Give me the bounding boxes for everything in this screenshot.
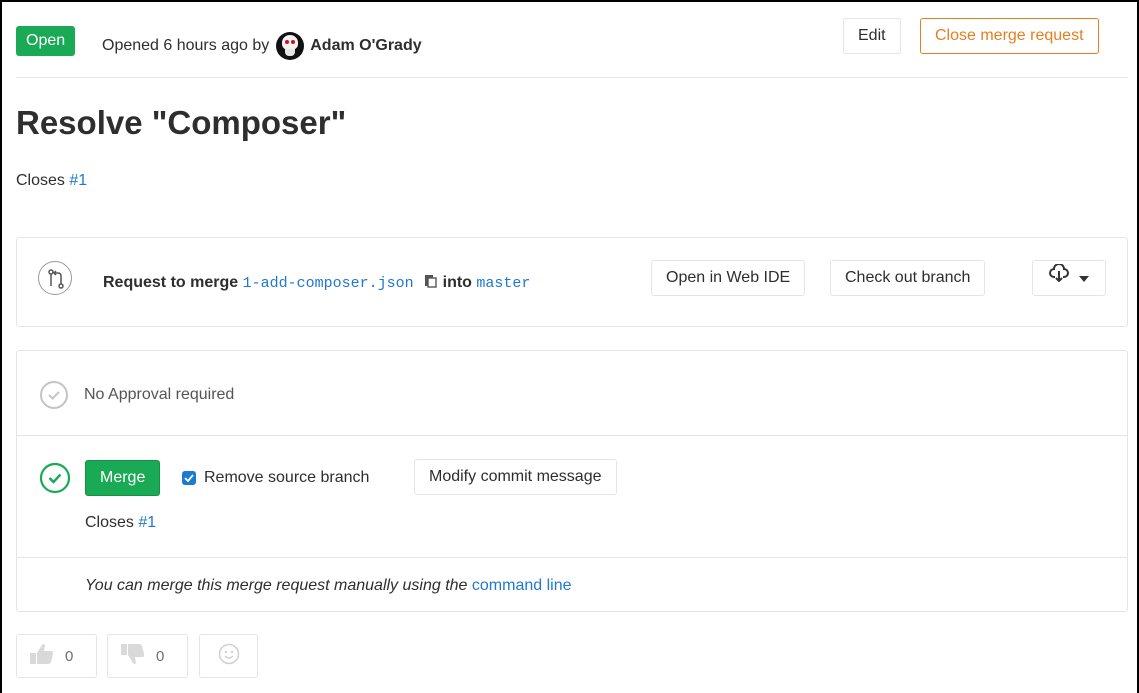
description-closes: Closes #1 bbox=[16, 172, 87, 190]
check-out-branch-button[interactable]: Check out branch bbox=[830, 260, 986, 296]
merge-button[interactable]: Merge bbox=[85, 460, 161, 496]
remove-source-label: Remove source branch bbox=[204, 469, 370, 486]
command-line-section: You can merge this merge request manuall… bbox=[17, 558, 1127, 613]
into-word: into bbox=[442, 274, 472, 291]
command-line-hint: You can merge this merge request manuall… bbox=[85, 577, 572, 595]
approval-section: No Approval required bbox=[17, 351, 1127, 436]
close-merge-request-button[interactable]: Close merge request bbox=[920, 18, 1099, 54]
request-prefix: Request to merge bbox=[103, 274, 239, 291]
approval-status: No Approval required bbox=[84, 386, 235, 403]
add-reaction-button[interactable] bbox=[199, 634, 258, 678]
issue-link[interactable]: #1 bbox=[69, 172, 87, 189]
merge-request-icon bbox=[38, 261, 72, 295]
page-title: Resolve "Composer" bbox=[16, 104, 347, 141]
branch-info-widget: Request to merge 1-add-composer.json int… bbox=[16, 237, 1128, 327]
opened-info: Opened 6 hours ago by Adam O'Grady bbox=[102, 32, 422, 60]
command-line-text: You can merge this merge request manuall… bbox=[85, 577, 468, 594]
thumbsdown-award-button[interactable]: 0 bbox=[107, 634, 188, 678]
modify-commit-message-button[interactable]: Modify commit message bbox=[414, 459, 617, 495]
mr-header: Open Opened 6 hours ago by Adam O'Grady … bbox=[16, 18, 1128, 78]
command-line-link[interactable]: command line bbox=[472, 577, 572, 594]
merge-ready-icon bbox=[39, 462, 71, 499]
cloud-download-icon bbox=[1049, 261, 1069, 295]
download-dropdown-button[interactable] bbox=[1032, 260, 1106, 296]
merge-section: Merge Remove source branch Modify commit… bbox=[17, 436, 1127, 558]
thumbsup-icon bbox=[29, 642, 55, 670]
author-link[interactable]: Adam O'Grady bbox=[310, 37, 421, 55]
source-branch-link[interactable]: 1-add-composer.json bbox=[243, 275, 414, 292]
merge-widget: No Approval required Merge Remove source… bbox=[16, 350, 1128, 612]
merge-closes-info: Closes #1 bbox=[85, 514, 156, 532]
chevron-down-icon bbox=[1079, 261, 1089, 295]
merge-closes-prefix: Closes bbox=[85, 514, 134, 531]
open-web-ide-button[interactable]: Open in Web IDE bbox=[651, 260, 806, 296]
thumbsdown-icon bbox=[120, 642, 146, 670]
thumbsup-count: 0 bbox=[65, 647, 74, 665]
closes-prefix: Closes bbox=[16, 172, 65, 189]
thumbsdown-count: 0 bbox=[156, 647, 165, 665]
approval-check-icon bbox=[39, 380, 69, 415]
avatar[interactable] bbox=[276, 32, 305, 60]
edit-button[interactable]: Edit bbox=[843, 18, 901, 54]
merge-issue-link[interactable]: #1 bbox=[138, 514, 156, 531]
branch-request-text: Request to merge 1-add-composer.json int… bbox=[103, 273, 530, 293]
status-badge: Open bbox=[16, 26, 76, 56]
opened-prefix: Opened 6 hours ago by bbox=[102, 37, 270, 54]
target-branch-link[interactable]: master bbox=[476, 275, 530, 292]
checkbox-checked-icon[interactable] bbox=[182, 471, 196, 485]
remove-source-branch-checkbox[interactable]: Remove source branch bbox=[182, 469, 369, 487]
copy-icon[interactable] bbox=[424, 273, 437, 293]
thumbsup-award-button[interactable]: 0 bbox=[16, 634, 97, 678]
smiley-icon bbox=[218, 643, 240, 669]
